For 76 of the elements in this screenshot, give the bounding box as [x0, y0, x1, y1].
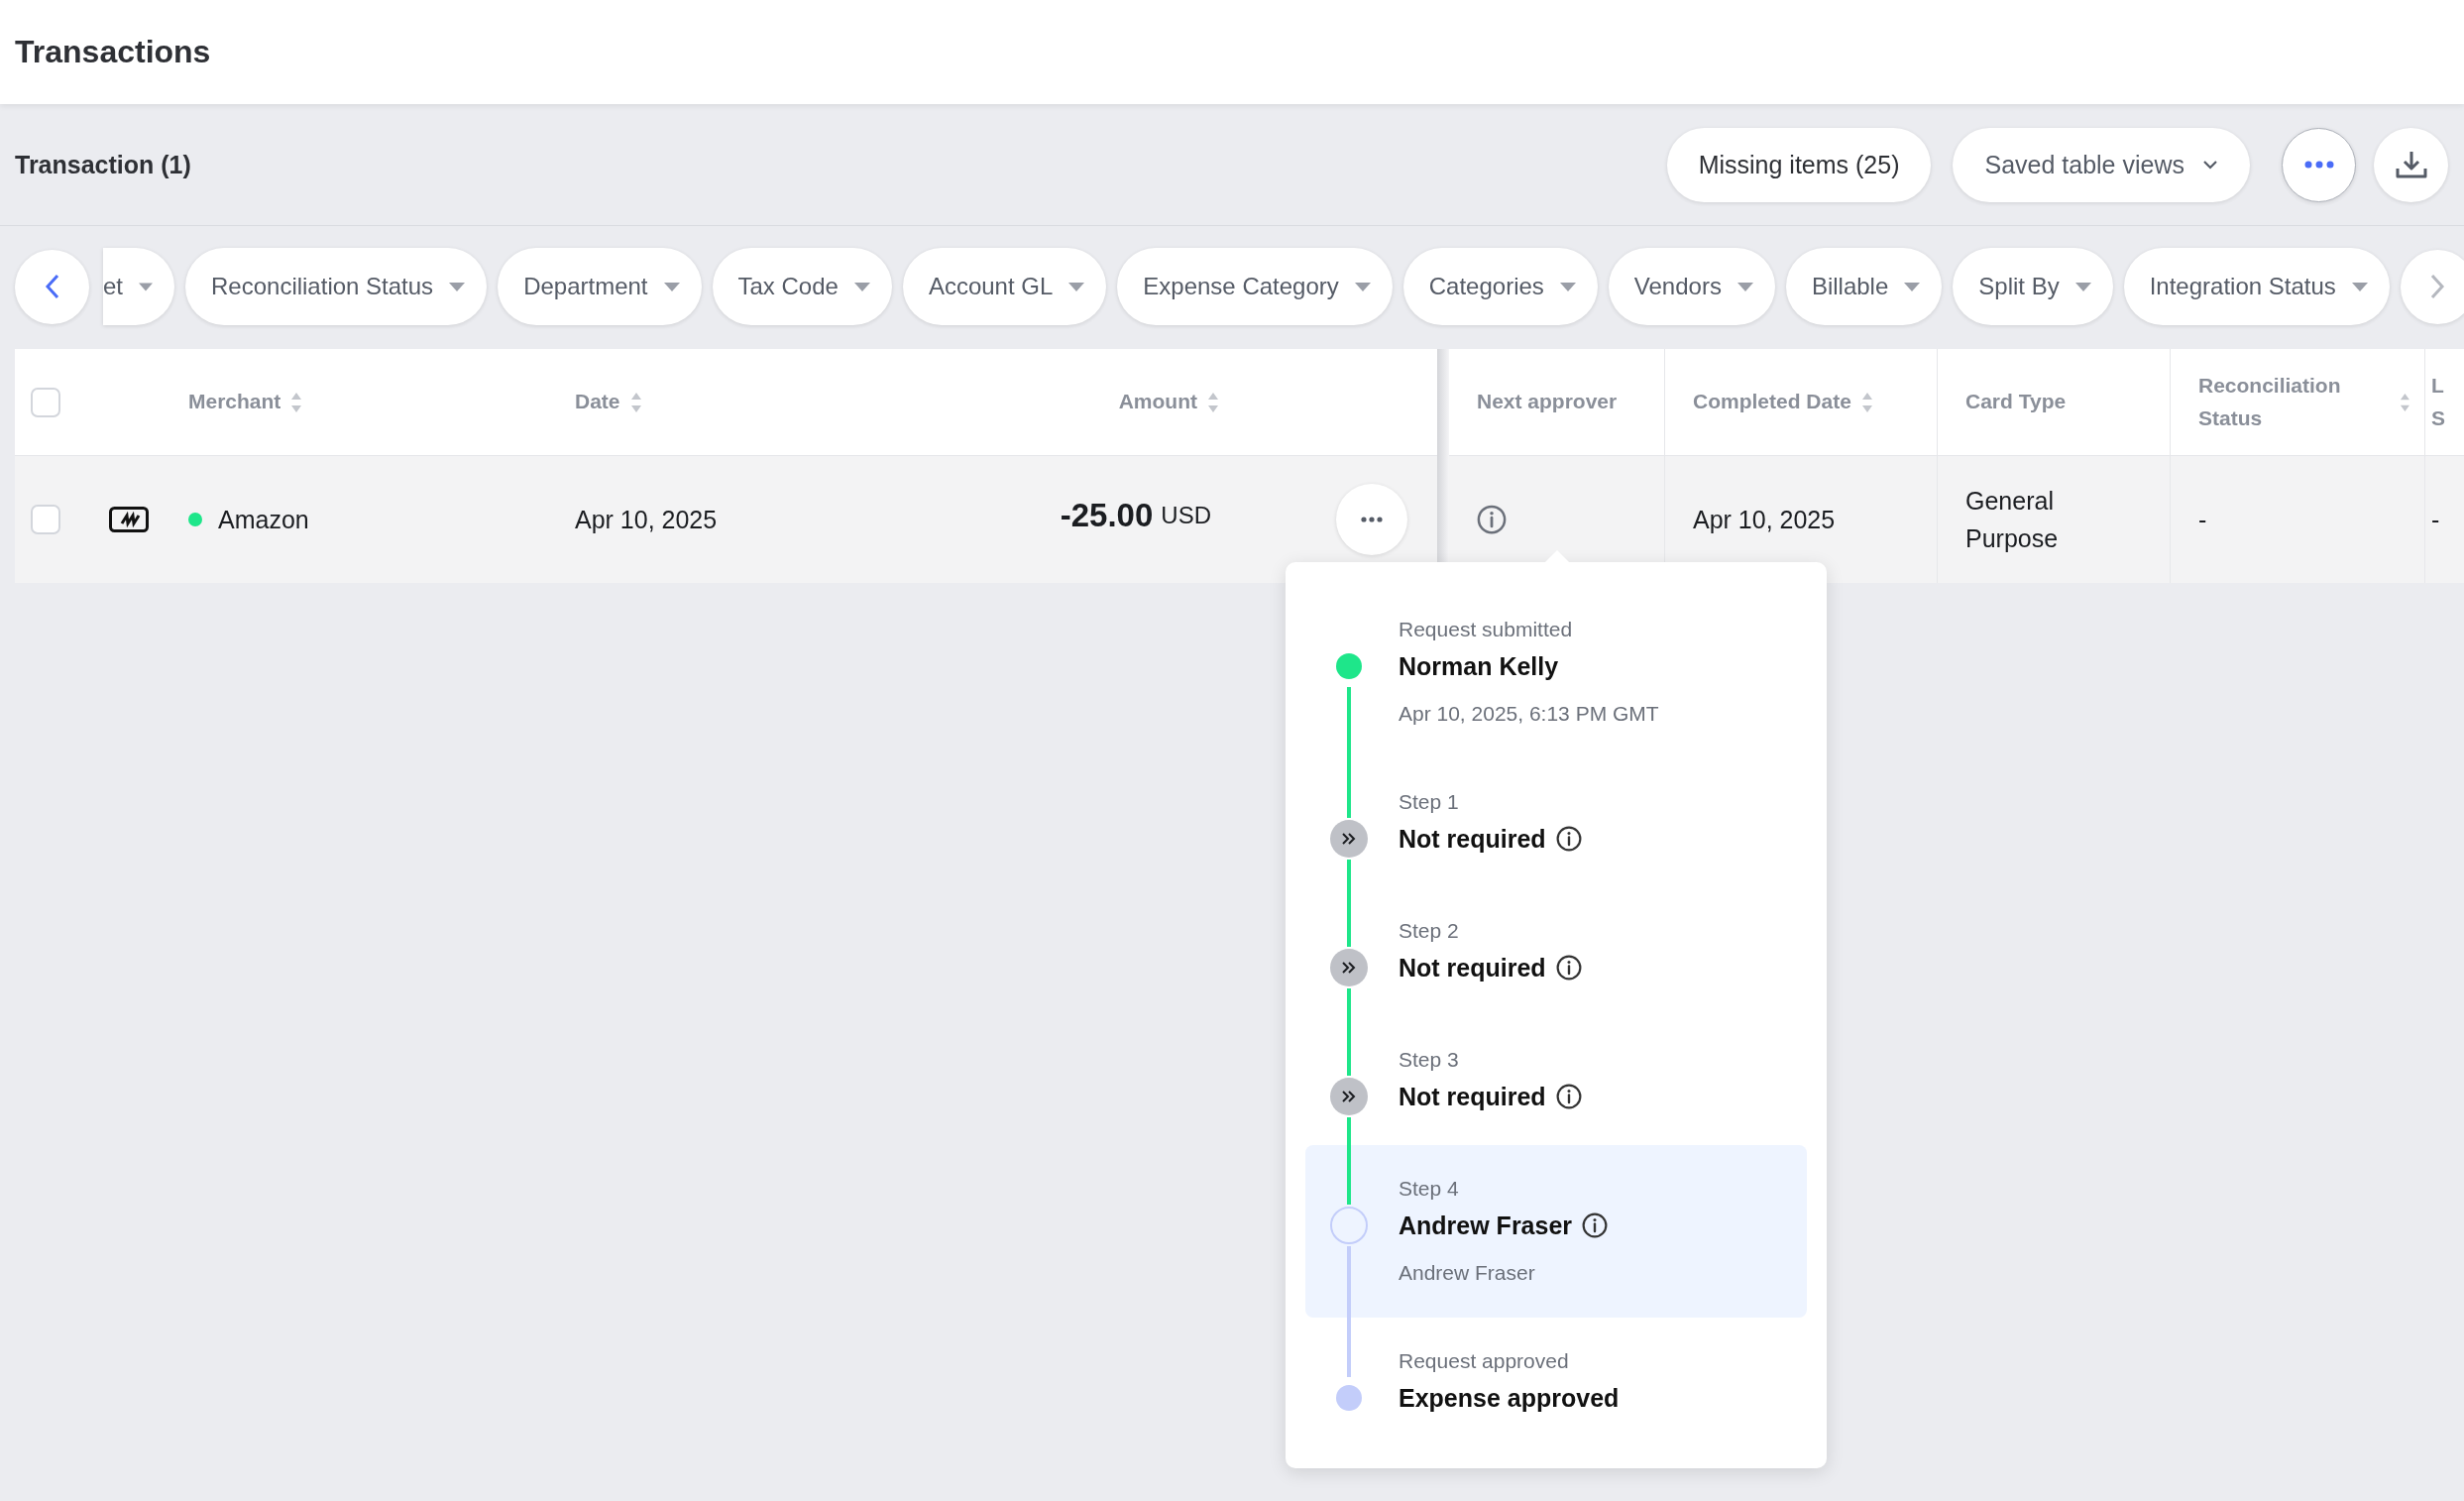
amount-value: -25.00 — [1060, 497, 1154, 534]
filter-dropdown[interactable]: Account GL — [902, 248, 1107, 325]
filter-dropdown[interactable]: Categories — [1402, 248, 1598, 325]
caret-icon — [139, 282, 153, 291]
caret-icon — [449, 282, 466, 291]
step-title: Not required — [1399, 1082, 1546, 1112]
step-title: Not required — [1399, 824, 1546, 855]
column-header: Next approver — [1477, 389, 1618, 415]
step-detail: Andrew Fraser — [1399, 1260, 1536, 1286]
step-caption: Request approved — [1399, 1348, 1570, 1374]
column-header: L S — [2431, 372, 2446, 431]
card-type-cell-text: General Purpose — [1965, 486, 2060, 554]
skip-icon — [1330, 1078, 1368, 1115]
card-icon — [109, 507, 149, 532]
row-checkbox[interactable] — [31, 505, 60, 534]
step-title: Norman Kelly — [1399, 651, 1559, 682]
download-icon — [2394, 149, 2428, 180]
pending-circle — [1330, 1207, 1368, 1244]
chevron-right-icon — [2429, 274, 2446, 299]
filter-dropdown[interactable]: Vendors — [1608, 248, 1775, 325]
page-title: Transactions — [15, 34, 211, 70]
filter-dropdown[interactable]: Reconciliation Status — [185, 248, 488, 325]
filter-dropdown[interactable]: et — [103, 248, 174, 325]
more-button[interactable] — [2282, 127, 2356, 202]
info-icon — [1555, 1084, 1582, 1109]
info-icon — [1477, 505, 1507, 534]
row-actions-button[interactable] — [1336, 484, 1407, 555]
currency-code: USD — [1161, 502, 1211, 529]
caret-icon — [663, 282, 680, 291]
step-caption: Step 2 — [1399, 918, 1460, 944]
download-button[interactable] — [2374, 127, 2448, 202]
missing-items-button[interactable]: Missing items (25) — [1666, 127, 1932, 202]
step-caption: Step 4 — [1399, 1176, 1460, 1202]
scroll-right-button[interactable] — [2400, 249, 2464, 324]
caret-icon — [1904, 282, 1921, 291]
caret-icon — [1068, 282, 1085, 291]
completed-date-cell: Apr 10, 2025 — [1693, 505, 1836, 534]
chevron-down-icon — [2202, 160, 2218, 170]
more-icon — [2303, 161, 2334, 169]
step-title: Expense approved — [1399, 1383, 1620, 1414]
caret-icon — [1354, 282, 1371, 291]
select-all-checkbox[interactable] — [31, 387, 60, 417]
merchant-name: Amazon — [218, 505, 309, 534]
info-icon — [1582, 1212, 1609, 1238]
filter-dropdown[interactable]: Split By — [1953, 248, 2113, 325]
filter-dropdown[interactable]: Tax Code — [712, 248, 892, 325]
date-cell: Apr 10, 2025 — [575, 505, 718, 534]
chevron-left-icon — [44, 274, 60, 299]
completed-dot — [1336, 653, 1362, 679]
table-cell: - — [2431, 505, 2440, 534]
filter-dropdown[interactable]: Integration Status — [2123, 248, 2390, 325]
skip-icon — [1330, 949, 1368, 986]
final-dot — [1336, 1385, 1362, 1411]
caret-icon — [853, 282, 870, 291]
skip-icon — [1330, 820, 1368, 858]
caret-icon — [1559, 282, 1576, 291]
info-icon — [1555, 955, 1582, 981]
step-title: Andrew Fraser — [1399, 1211, 1573, 1241]
filter-dropdown[interactable]: Department — [498, 248, 702, 325]
step-caption: Request submitted — [1399, 617, 1574, 642]
info-icon — [1555, 826, 1582, 852]
caret-icon — [1736, 282, 1753, 291]
filter-dropdown[interactable]: Expense Category — [1117, 248, 1393, 325]
filter-dropdown[interactable]: Billable — [1785, 248, 1943, 325]
step-caption: Step 3 — [1399, 1047, 1460, 1073]
step-detail: Apr 10, 2025, 6:13 PM GMT — [1399, 701, 1659, 727]
step-title: Not required — [1399, 953, 1546, 983]
transaction-count: Transaction (1) — [15, 150, 192, 179]
column-header: Card Type — [1965, 389, 2067, 415]
more-icon — [1361, 517, 1383, 522]
reconciliation-cell: - — [2198, 505, 2207, 534]
scroll-left-button[interactable] — [15, 249, 89, 324]
caret-icon — [2351, 282, 2368, 291]
saved-views-dropdown[interactable]: Saved table views — [1953, 127, 2250, 202]
step-caption: Step 1 — [1399, 789, 1460, 815]
caret-icon — [2074, 282, 2091, 291]
